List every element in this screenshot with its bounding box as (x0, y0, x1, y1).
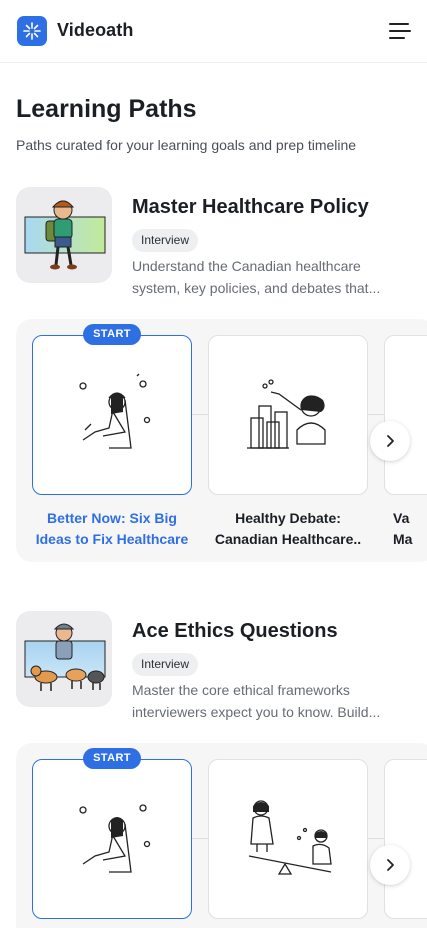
lesson-title[interactable]: Va Ma (384, 508, 427, 550)
path-tag: Interview (132, 653, 199, 676)
lesson-card[interactable] (32, 335, 192, 495)
person-sitting-with-headphones-illustration (79, 804, 151, 873)
person-sitting-with-headphones-illustration (79, 373, 151, 449)
path-tag: Interview (132, 229, 199, 252)
lesson-connector (192, 838, 208, 839)
page-title: Learning Paths (16, 95, 197, 123)
person-walking-dogs-illustration (24, 623, 106, 691)
lesson-title[interactable]: Healthy Debate: Canadian Healthcare.. (208, 508, 368, 550)
path-thumbnail[interactable] (16, 611, 112, 707)
path-title[interactable]: Master Healthcare Policy (132, 196, 369, 219)
sparkle-icon (23, 22, 41, 40)
path-description: Master the core ethical frameworks inter… (132, 682, 381, 720)
app-logo[interactable] (17, 16, 47, 46)
lesson-connector (368, 838, 384, 839)
path-title[interactable]: Ace Ethics Questions (132, 620, 338, 643)
menu-button[interactable] (389, 22, 413, 42)
carousel-next-button[interactable] (370, 421, 410, 461)
lesson-carousel[interactable]: START (16, 743, 427, 928)
lesson-card[interactable] (384, 335, 427, 495)
page-subtitle: Paths curated for your learning goals an… (16, 137, 357, 153)
lesson-card[interactable] (208, 759, 368, 919)
chevron-right-icon (387, 859, 394, 871)
lesson-connector (368, 414, 384, 415)
start-badge: START (83, 324, 141, 345)
app-name[interactable]: Videoath (57, 20, 133, 41)
carousel-next-button[interactable] (370, 845, 410, 885)
chevron-right-icon (387, 435, 394, 447)
person-stacking-blocks-illustration (247, 379, 326, 449)
path-description: Understand the Canadian healthcare syste… (132, 258, 381, 296)
hiker-with-backpack-illustration (24, 200, 106, 270)
lesson-connector (192, 414, 208, 415)
top-bar: Videoath (0, 0, 427, 63)
lesson-card[interactable] (32, 759, 192, 919)
lesson-title[interactable]: Better Now: Six Big Ideas to Fix Healthc… (32, 508, 192, 550)
start-badge: START (83, 748, 141, 769)
lesson-card[interactable] (384, 759, 427, 919)
people-on-seesaw-illustration (248, 800, 332, 875)
lesson-card[interactable] (208, 335, 368, 495)
path-thumbnail[interactable] (16, 187, 112, 283)
lesson-carousel[interactable]: START Better Now: Six Big Ideas to Fix H… (16, 319, 427, 562)
